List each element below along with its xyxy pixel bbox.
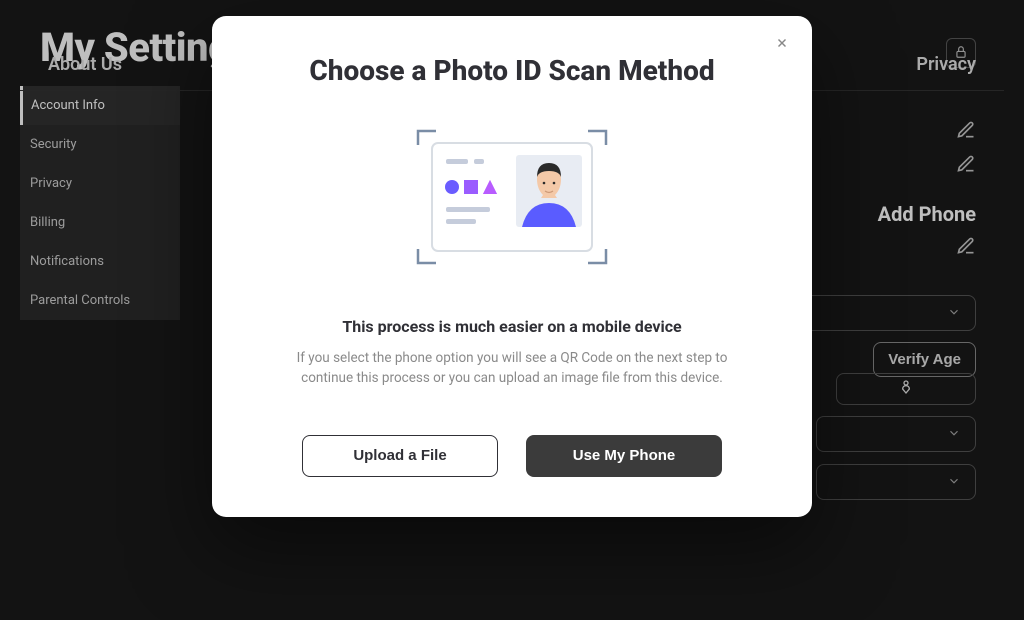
modal-body-text: If you select the phone option you will … — [262, 348, 762, 389]
close-button[interactable] — [770, 32, 794, 56]
button-label: Use My Phone — [573, 447, 676, 464]
id-scan-modal: Choose a Photo ID Scan Method — [212, 16, 812, 517]
close-icon — [775, 34, 789, 55]
modal-actions: Upload a File Use My Phone — [262, 435, 762, 477]
upload-file-button[interactable]: Upload a File — [302, 435, 498, 477]
button-label: Upload a File — [353, 447, 446, 464]
modal-subtitle: This process is much easier on a mobile … — [262, 317, 762, 336]
modal-title: Choose a Photo ID Scan Method — [262, 54, 762, 87]
id-card-illustration — [262, 127, 762, 267]
modal-backdrop: Choose a Photo ID Scan Method — [0, 0, 1024, 620]
use-my-phone-button[interactable]: Use My Phone — [526, 435, 722, 477]
